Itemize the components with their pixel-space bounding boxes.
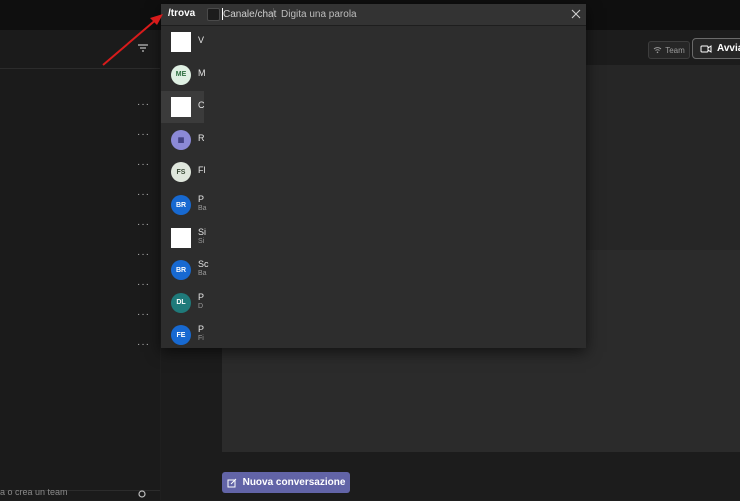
red-arrow-annotation [102, 14, 163, 66]
